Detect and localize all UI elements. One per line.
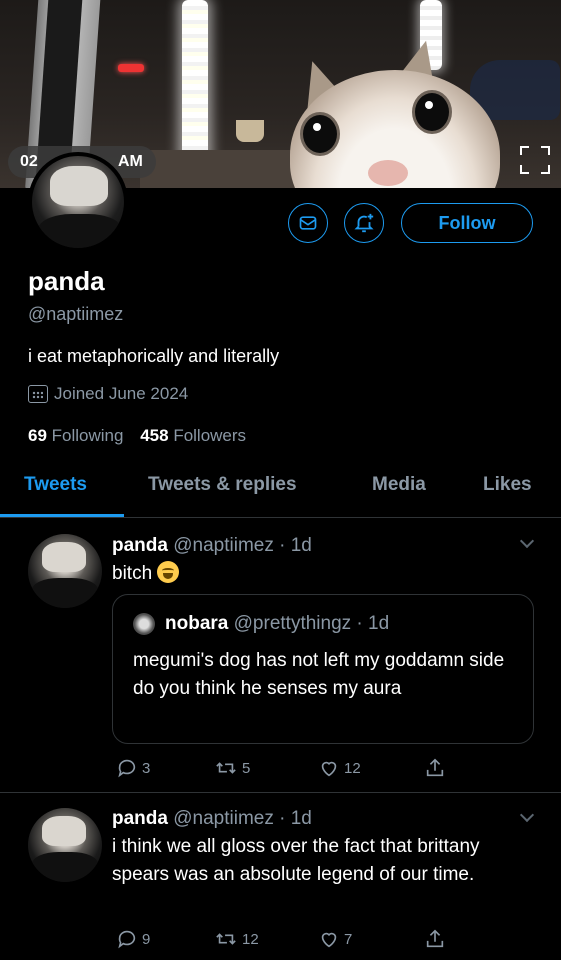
followers-count: 458 — [140, 426, 169, 445]
chevron-down-icon[interactable] — [519, 533, 535, 549]
following-link[interactable]: 69 Following — [28, 426, 123, 445]
reply-icon — [118, 759, 136, 778]
tweet-handle-time: @naptiimez · 1d — [173, 808, 312, 829]
tweet-text: i think we all gloss over the fact that … — [112, 836, 480, 885]
timestamp-prefix: 02 — [20, 153, 38, 170]
like-count: 7 — [344, 930, 353, 948]
tweet-divider — [0, 792, 561, 793]
reply-button[interactable]: 9 — [116, 928, 150, 950]
tab-tweets[interactable]: Tweets — [24, 474, 87, 496]
retweet-button[interactable]: 12 — [214, 928, 259, 950]
reply-button[interactable]: 3 — [116, 757, 150, 779]
profile-avatar[interactable] — [28, 152, 128, 252]
followers-link[interactable]: 458 Followers — [140, 426, 246, 445]
retweet-button[interactable]: 5 — [214, 757, 250, 779]
message-button[interactable] — [288, 203, 328, 243]
tab-media[interactable]: Media — [372, 474, 426, 496]
quoted-handle-time: @prettythingz · 1d — [233, 613, 390, 634]
profile-tabs: Tweets Tweets & replies Media Likes — [0, 462, 561, 518]
banner-cat — [270, 35, 510, 188]
tweet-text-content: bitch — [112, 563, 153, 584]
active-tab-indicator — [0, 514, 124, 517]
following-label: Following — [51, 426, 124, 445]
calendar-icon — [28, 385, 48, 403]
tweet-actions: 3 5 12 — [112, 757, 532, 785]
like-button[interactable]: 7 — [318, 928, 352, 950]
share-icon — [426, 929, 444, 948]
expand-icon[interactable] — [520, 146, 550, 174]
share-button[interactable] — [424, 928, 446, 950]
retweet-count: 12 — [242, 930, 259, 948]
profile-name: panda — [28, 266, 105, 296]
tweet-author-name[interactable]: panda — [112, 808, 168, 829]
banner-string-lights — [182, 0, 208, 170]
banner-pot — [236, 120, 264, 142]
tweet-actions: 9 12 7 — [112, 928, 532, 956]
joined-date: Joined June 2024 — [28, 384, 188, 404]
like-count: 12 — [344, 759, 361, 777]
share-button[interactable] — [424, 757, 446, 779]
follow-button[interactable]: Follow — [401, 203, 533, 243]
share-icon — [426, 758, 444, 777]
joined-text: Joined June 2024 — [54, 384, 189, 403]
tweet-avatar[interactable] — [28, 534, 102, 608]
quoted-tweet[interactable]: nobara @prettythingz · 1d megumi's dog h… — [112, 594, 534, 744]
like-button[interactable]: 12 — [318, 757, 361, 779]
chevron-down-icon[interactable] — [519, 807, 535, 823]
quoted-header: nobara @prettythingz · 1d — [165, 613, 389, 635]
tab-tweets-replies[interactable]: Tweets & replies — [148, 474, 297, 496]
reply-count: 9 — [142, 930, 151, 948]
quoted-text: megumi's dog has not left my goddamn sid… — [133, 650, 505, 699]
retweet-icon — [216, 933, 236, 945]
following-count: 69 — [28, 426, 47, 445]
tweet-header: panda @naptiimez · 1d — [112, 808, 312, 830]
profile-bio: i eat metaphorically and literally — [28, 346, 280, 366]
crying-emoji-icon — [157, 561, 180, 583]
retweet-icon — [216, 762, 236, 774]
retweet-count: 5 — [242, 759, 251, 777]
quoted-avatar — [133, 613, 155, 635]
followers-label: Followers — [173, 426, 247, 445]
bell-plus-icon — [354, 213, 374, 233]
quoted-author-name: nobara — [165, 613, 229, 634]
profile-handle: @naptiimez — [28, 304, 124, 324]
notifications-button[interactable] — [344, 203, 384, 243]
tweet-handle-time: @naptiimez · 1d — [173, 535, 312, 556]
banner-red-light — [118, 64, 144, 72]
tab-likes[interactable]: Likes — [483, 474, 532, 496]
reply-count: 3 — [142, 759, 151, 777]
tweet-avatar[interactable] — [28, 808, 102, 882]
heart-icon — [321, 761, 337, 777]
reply-icon — [118, 930, 136, 949]
follow-stats: 69 Following 458 Followers — [28, 426, 246, 446]
tweet-text: bitch — [112, 560, 180, 588]
mail-icon — [299, 216, 317, 230]
tweet-header: panda @naptiimez · 1d — [112, 535, 312, 557]
tweet-author-name[interactable]: panda — [112, 535, 168, 556]
timestamp-suffix: AM — [118, 153, 143, 170]
heart-icon — [321, 932, 337, 948]
